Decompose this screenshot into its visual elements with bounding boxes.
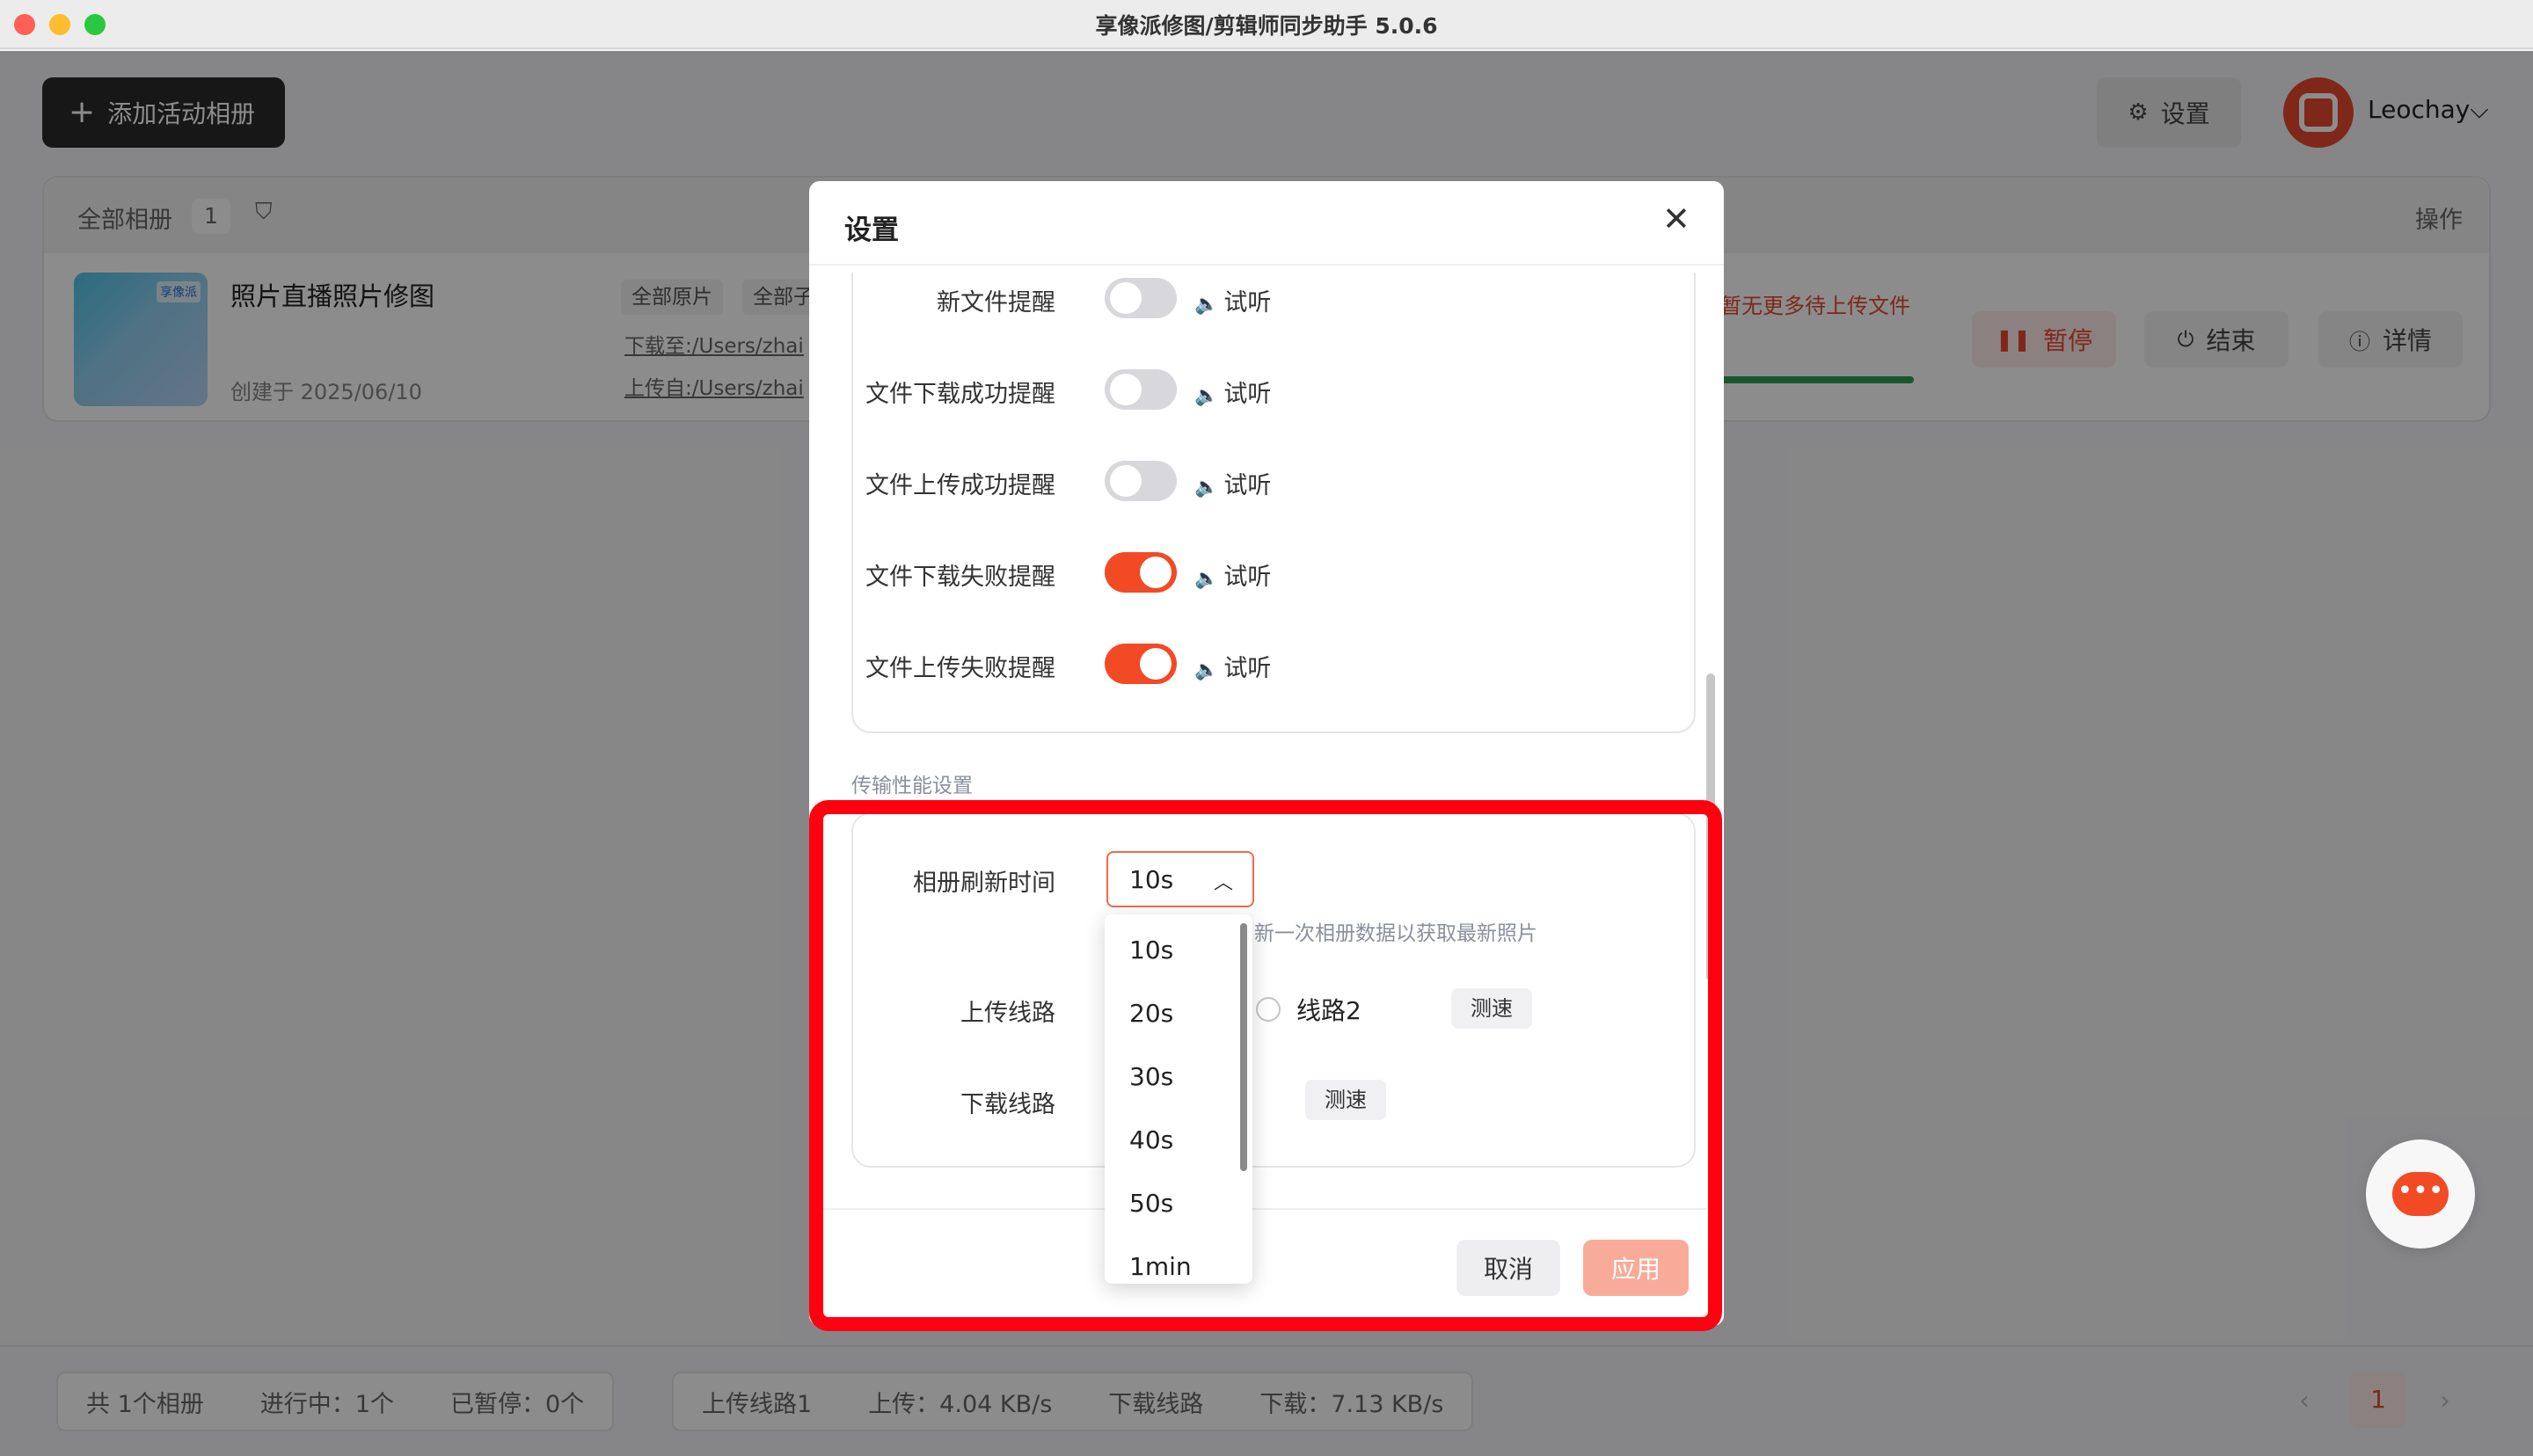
download-success-alert-label: 文件下载成功提醒 [865, 381, 1055, 408]
new-file-alert-label: 新文件提醒 [937, 289, 1055, 317]
customer-service-button[interactable]: ••• [2366, 1139, 2475, 1249]
option-1min[interactable]: 1min [1129, 1252, 1192, 1281]
upload-fail-alert-try-button[interactable]: 🔈 试听 [1194, 649, 1271, 683]
new-file-alert-try-button[interactable]: 🔈 试听 [1194, 283, 1271, 317]
title-bar: 享像派修图/剪辑师同步助手 5.0.6 [0, 0, 2533, 49]
cancel-button[interactable]: 取消 [1456, 1240, 1560, 1296]
upload-fail-alert-toggle[interactable] [1105, 644, 1177, 684]
download-fail-alert-toggle[interactable] [1105, 552, 1177, 593]
option-30s[interactable]: 30s [1129, 1062, 1173, 1091]
dropdown-scrollbar[interactable] [1240, 923, 1247, 1171]
option-40s[interactable]: 40s [1129, 1125, 1173, 1154]
speaker-icon: 🔈 [1194, 385, 1219, 407]
apply-button[interactable]: 应用 [1583, 1240, 1689, 1296]
refresh-interval-dropdown: 10s 20s 30s 40s 50s 1min [1105, 914, 1252, 1284]
dialog-scrollbar[interactable] [1706, 673, 1715, 981]
download-speed-test-button[interactable]: 测速 [1305, 1080, 1386, 1120]
close-icon[interactable]: ✕ [1662, 202, 1690, 236]
upload-speed-test-button[interactable]: 测速 [1451, 988, 1532, 1029]
route2-radio[interactable] [1256, 997, 1281, 1022]
perf-section-title: 传输性能设置 [851, 775, 973, 797]
refresh-interval-select[interactable]: 10s ︿ [1106, 851, 1254, 907]
refresh-help-text: 新一次相册数据以获取最新照片 [1254, 922, 1537, 945]
speaker-icon: 🔈 [1194, 477, 1219, 499]
dialog-title: 设置 [844, 215, 899, 246]
upload-success-alert-toggle[interactable] [1105, 461, 1177, 501]
option-50s[interactable]: 50s [1129, 1189, 1173, 1218]
refresh-interval-label: 相册刷新时间 [913, 870, 1055, 897]
upload-fail-alert-label: 文件上传失败提醒 [865, 655, 1055, 682]
option-10s[interactable]: 10s [1129, 935, 1173, 965]
speaker-icon: 🔈 [1194, 294, 1219, 316]
dialog-divider [809, 264, 1724, 266]
upload-route-label: 上传线路 [960, 1000, 1055, 1027]
download-success-alert-toggle[interactable] [1105, 369, 1177, 410]
upload-success-alert-label: 文件上传成功提醒 [865, 472, 1055, 499]
footer-divider [823, 1208, 1706, 1210]
option-20s[interactable]: 20s [1129, 999, 1173, 1028]
upload-success-alert-try-button[interactable]: 🔈 试听 [1194, 466, 1271, 500]
chevron-up-icon: ︿ [1213, 872, 1233, 894]
download-fail-alert-try-button[interactable]: 🔈 试听 [1194, 557, 1271, 592]
download-fail-alert-label: 文件下载失败提醒 [865, 564, 1055, 591]
speaker-icon: 🔈 [1194, 659, 1219, 681]
speaker-icon: 🔈 [1194, 568, 1219, 590]
settings-dialog: 设置 ✕ 新文件提醒 🔈 试听 文件下载成功提醒 🔈 试听 文件上传成功提醒 🔈 试听… [809, 181, 1724, 1326]
download-success-alert-try-button[interactable]: 🔈 试听 [1194, 375, 1271, 409]
download-route-label: 下载线路 [960, 1091, 1055, 1118]
customer-service-icon: ••• [2392, 1172, 2449, 1216]
refresh-interval-value: 10s [1129, 865, 1174, 894]
route2-label[interactable]: 线路2 [1296, 992, 1361, 1027]
window-title: 享像派修图/剪辑师同步助手 5.0.6 [1095, 13, 1438, 39]
new-file-alert-toggle[interactable] [1105, 278, 1177, 318]
